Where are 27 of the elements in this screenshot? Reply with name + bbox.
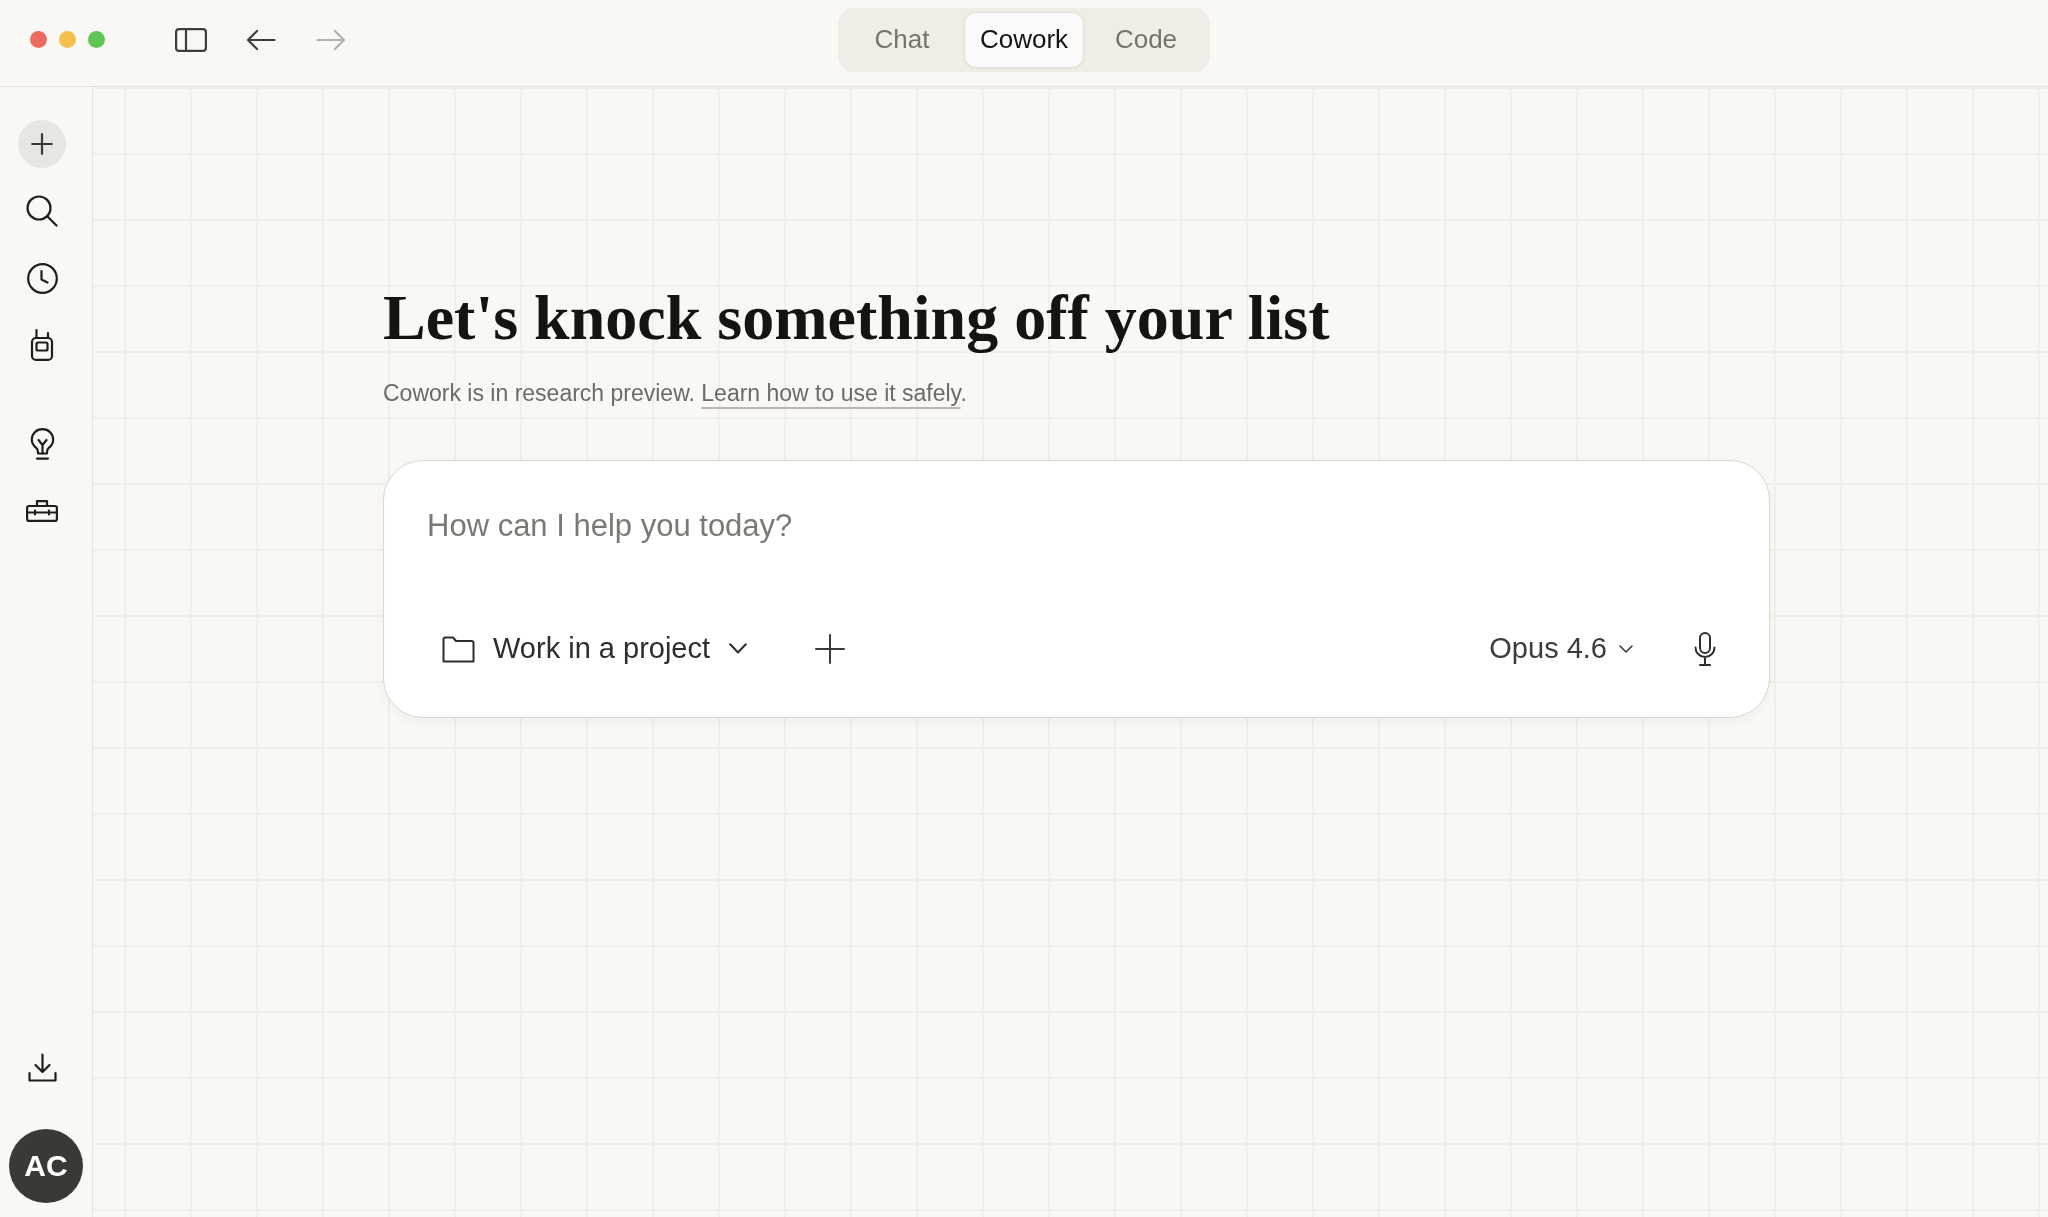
search-icon: [26, 195, 58, 227]
message-input[interactable]: How can I help you today?: [427, 505, 1727, 546]
model-selector[interactable]: Opus 4.6: [1477, 623, 1645, 674]
new-task-button[interactable]: [18, 120, 66, 168]
toolbox-icon: [26, 500, 58, 522]
walkie-talkie-icon: [30, 329, 54, 361]
microphone-icon: [1694, 631, 1716, 666]
plus-icon: [31, 133, 53, 155]
mode-tab[interactable]: Code: [1086, 11, 1206, 68]
account-avatar[interactable]: AC: [9, 1129, 83, 1203]
chevron-down-icon: [729, 643, 748, 655]
window-close-button[interactable]: [30, 31, 47, 48]
preview-notice: Cowork is in research preview. Learn how to use it safely.: [383, 378, 968, 408]
lightbulb-icon: [29, 428, 55, 460]
project-selector[interactable]: Work in a project: [427, 623, 763, 674]
sidebar-icon: [175, 27, 207, 52]
mode-tab[interactable]: Chat: [842, 11, 962, 68]
folder-icon: [442, 634, 475, 663]
forward-arrow-icon: [316, 28, 346, 51]
safety-link[interactable]: Learn how to use it safely: [701, 379, 961, 406]
plus-icon: [815, 633, 846, 664]
back-arrow-icon: [246, 28, 276, 51]
mode-tab[interactable]: Cowork: [964, 11, 1084, 68]
clock-icon: [26, 262, 58, 294]
chevron-down-icon: [1619, 644, 1633, 653]
download-icon: [27, 1052, 57, 1082]
page-heading: Let's knock something off your list: [383, 281, 1331, 355]
